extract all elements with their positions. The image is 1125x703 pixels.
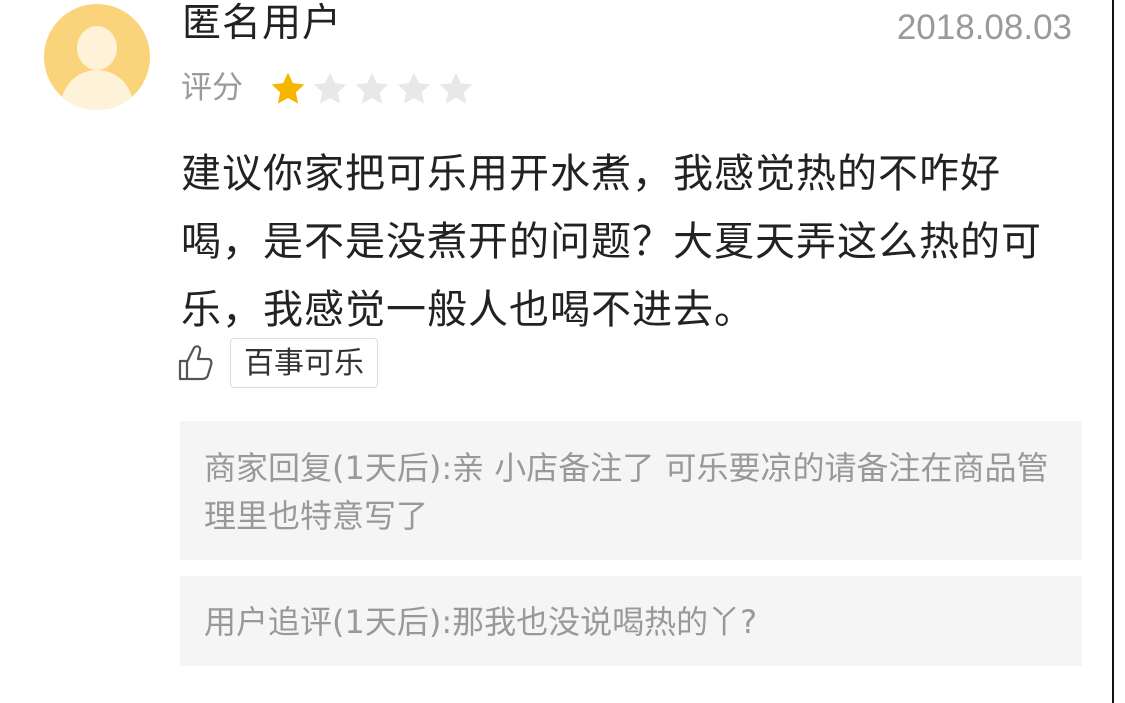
review-card: 匿名用户 2018.08.03 评分 建议你家把可乐用开水煮，我感觉热的不咋好喝…: [0, 0, 1112, 703]
user-followup-comment: 用户追评(1天后):那我也没说喝热的丫?: [180, 576, 1082, 666]
star-icon-5: [439, 72, 473, 104]
right-edge-divider: [1112, 0, 1125, 703]
avatar-head-shape: [77, 26, 117, 70]
star-rating: [268, 69, 476, 109]
star-icon-4: [397, 72, 431, 104]
merchant-reply-text: 商家回复(1天后):亲 小店备注了 可乐要凉的请备注在商品管理里也特意写了: [204, 449, 1049, 535]
avatar-body-shape: [61, 70, 133, 110]
star-icon-3: [355, 72, 389, 104]
review-text: 建议你家把可乐用开水煮，我感觉热的不咋好喝，是不是没煮开的问题？大夏天弄这么热的…: [181, 151, 1042, 333]
product-tag[interactable]: 百事可乐: [230, 338, 378, 388]
user-avatar-icon[interactable]: [44, 4, 150, 110]
user-name: 匿名用户: [182, 1, 343, 46]
thumbs-up-icon[interactable]: [176, 343, 214, 383]
star-icon-1: [271, 72, 305, 104]
user-followup-text: 用户追评(1天后):那我也没说喝热的丫?: [204, 603, 758, 641]
star-icon-2: [313, 72, 347, 104]
review-date: 2018.08.03: [896, 8, 1072, 47]
rating-label: 评分: [181, 70, 243, 106]
merchant-reply: 商家回复(1天后):亲 小店备注了 可乐要凉的请备注在商品管理里也特意写了: [180, 421, 1082, 560]
